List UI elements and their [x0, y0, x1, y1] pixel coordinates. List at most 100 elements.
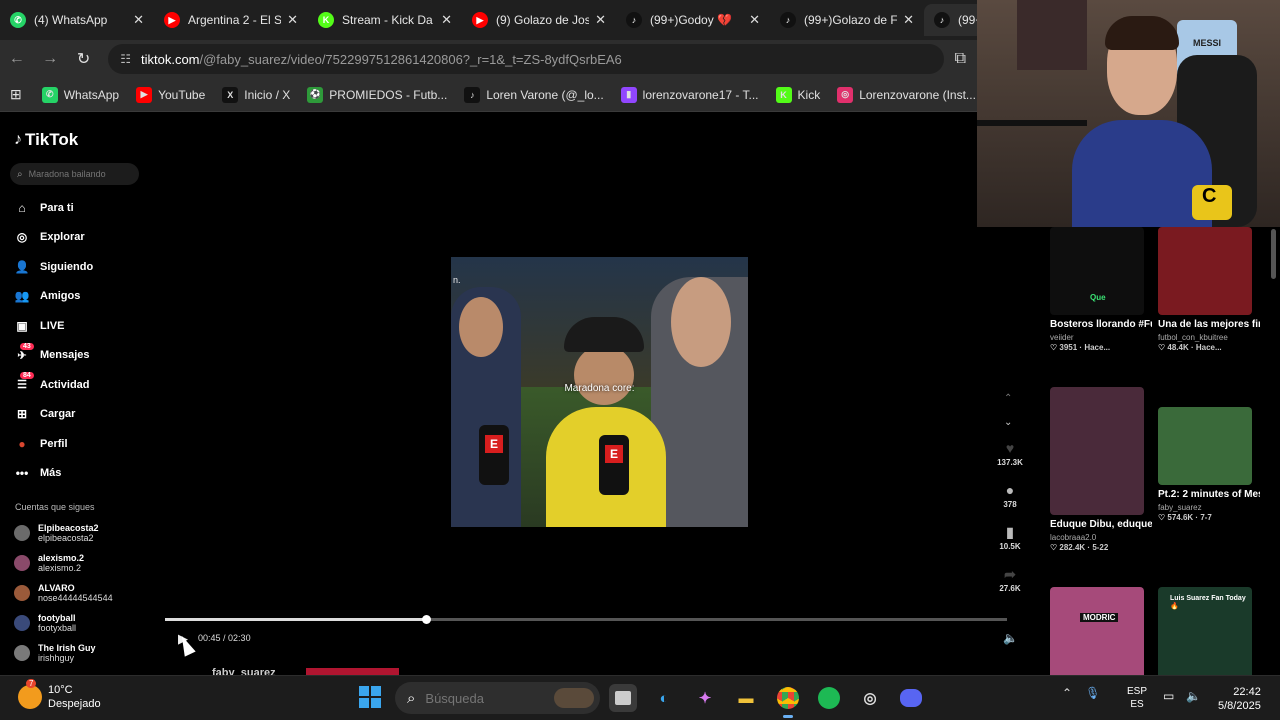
related-video-card[interactable]: MODRIC — [1050, 587, 1152, 675]
taskbar-search[interactable]: ⌕ — [395, 682, 600, 714]
browser-toolbar: ← → ↻ ☷ tiktok.com/@faby_suarez/video/75… — [0, 40, 977, 78]
video-progress-bar[interactable] — [165, 615, 1007, 624]
site-info-icon[interactable]: ☷ — [120, 52, 131, 66]
close-tab-icon[interactable]: ✕ — [595, 12, 606, 28]
sidebar-item-perfil[interactable]: ● Perfil — [0, 429, 160, 459]
bookmark-item[interactable]: ▮ lorenzovarone17 - T... — [620, 86, 759, 103]
bookmark-item[interactable]: ◎ Lorenzovarone (Inst... — [837, 86, 976, 103]
speaker-icon[interactable]: 🔈 — [1186, 689, 1201, 703]
following-account-text: The Irish Guy irishhguy — [38, 643, 96, 663]
previous-video-icon[interactable]: ⌃ — [1004, 393, 1012, 404]
spotify-icon[interactable] — [815, 684, 843, 712]
address-bar[interactable]: ☷ tiktok.com/@faby_suarez/video/75229975… — [108, 44, 944, 74]
microphone-icon[interactable]: 🎙 — [1085, 686, 1100, 700]
weather-badge: 7 — [26, 679, 37, 688]
related-video-card[interactable]: Una de las mejores finales de la... futbo… — [1158, 227, 1260, 352]
related-video-thumbnail[interactable] — [1050, 387, 1144, 515]
sidebar-item-actividad[interactable]: ☰ 84 Actividad — [0, 370, 160, 400]
related-video-thumbnail[interactable]: Luis Suarez Fan Today 🔥 — [1158, 587, 1252, 675]
close-tab-icon[interactable]: ✕ — [903, 12, 914, 28]
current-time: 00:45 — [198, 633, 221, 643]
edge-icon[interactable]: ◐ — [650, 684, 678, 712]
close-tab-icon[interactable]: ✕ — [133, 12, 144, 28]
share-action[interactable]: ➦ 27.6K — [992, 566, 1028, 593]
forward-button[interactable]: → — [33, 50, 66, 68]
file-explorer-icon[interactable]: ▬ — [732, 684, 760, 712]
sidebar-item-para-ti[interactable]: ⌂ Para ti — [0, 193, 160, 223]
related-video-thumbnail[interactable] — [1158, 227, 1252, 315]
video-player[interactable]: E E n. Maradona core: — [451, 257, 748, 527]
browser-tab[interactable]: ♪ (99+)Godoy 💔 ✕ — [616, 4, 770, 36]
bookmark-item[interactable]: ▶ YouTube — [136, 86, 205, 103]
bookmark-item[interactable]: ♪ Loren Varone (@_lo... — [464, 86, 604, 103]
clock[interactable]: 22:42 5/8/2025 — [1218, 685, 1261, 713]
following-account[interactable]: footyball footyxball — [14, 608, 154, 638]
related-video-card[interactable]: Pt.2: 2 minutes of Messi Funny... faby_su… — [1158, 407, 1260, 522]
related-video-thumbnail[interactable]: MODRIC — [1050, 587, 1144, 675]
volume-icon[interactable]: 🔈 — [1003, 631, 1018, 645]
following-account[interactable]: ALVARO nose44444544544 — [14, 578, 154, 608]
close-tab-icon[interactable]: ✕ — [749, 12, 760, 28]
bookmark-item[interactable]: K Kick — [775, 86, 821, 103]
related-video-stats: ♡ 3951 · Hace... — [1050, 343, 1152, 352]
sidebar-item-más[interactable]: ••• Más — [0, 459, 160, 489]
close-tab-icon[interactable]: ✕ — [287, 12, 298, 28]
comment-action[interactable]: ● 378 — [992, 482, 1028, 509]
thumbnail-text: Que — [1090, 293, 1106, 302]
copilot-icon[interactable]: ✦ — [691, 684, 719, 712]
tiktok-icon: ♪ — [464, 86, 481, 103]
browser-tab[interactable]: ✆ (4) WhatsApp ✕ — [0, 4, 154, 36]
task-view-icon[interactable] — [609, 684, 637, 712]
browser-tab[interactable]: ▶ (9) Golazo de Jos ✕ — [462, 4, 616, 36]
heart-icon: ♡ — [1050, 543, 1060, 552]
taskbar-search-input[interactable] — [425, 690, 546, 706]
streamer-hair — [1105, 16, 1179, 50]
browser-tab[interactable]: K Stream - Kick Da ✕ — [308, 4, 462, 36]
related-scrollbar[interactable] — [1268, 227, 1278, 675]
close-tab-icon[interactable]: ✕ — [441, 12, 452, 28]
following-account[interactable]: The Irish Guy irishhguy — [14, 638, 154, 668]
obs-icon[interactable]: ◎ — [856, 684, 884, 712]
back-button[interactable]: ← — [0, 50, 33, 68]
scrollbar-thumb[interactable] — [1271, 229, 1276, 279]
start-icon[interactable] — [359, 686, 381, 708]
related-video-card[interactable]: Eduque Dibu, eduque 🙏 lacobraaa2.0♡ 282.4… — [1050, 387, 1152, 552]
weather-widget[interactable]: 7 10°C Despejado — [18, 679, 101, 711]
bookmark-item[interactable]: ⚽ PROMIEDOS - Futb... — [307, 86, 447, 103]
language-indicator[interactable]: ESP ES — [1127, 685, 1147, 711]
apps-grid-icon[interactable]: ⊞ — [10, 86, 22, 103]
sidebar-item-cargar[interactable]: ⊞ Cargar — [0, 400, 160, 430]
related-video-card[interactable]: Que Bosteros llorando #Futbol #Argentina.… — [1050, 227, 1152, 352]
progress-knob[interactable] — [422, 615, 432, 624]
sidebar-item-amigos[interactable]: 👥 Amigos — [0, 282, 160, 312]
bookmark-action[interactable]: ▮ 10.5K — [992, 524, 1028, 551]
network-icon[interactable]: ▭ — [1163, 689, 1174, 703]
reload-button[interactable]: ↻ — [67, 49, 100, 69]
sidebar-item-mensajes[interactable]: ✈ 43 Mensajes — [0, 341, 160, 371]
related-video-thumbnail[interactable]: Que — [1050, 227, 1144, 315]
browser-tab[interactable]: ♪ (99+)Golazo de F ✕ — [770, 4, 924, 36]
tab-title: (99+)Golazo de F — [804, 13, 898, 27]
webcam-overlay: MESSI 10 C — [977, 0, 1280, 227]
bookmark-item[interactable]: X Inicio / X — [222, 86, 290, 103]
sidebar-item-live[interactable]: ▣ LIVE — [0, 311, 160, 341]
tiktok-logo[interactable]: ♪ TikTok — [14, 130, 78, 150]
chrome-icon[interactable] — [774, 684, 802, 718]
account-handle: irishhguy — [38, 653, 75, 663]
browser-tab[interactable]: ▶ Argentina 2 - El S ✕ — [154, 4, 308, 36]
sidebar-item-siguiendo[interactable]: 👤 Siguiendo — [0, 252, 160, 282]
following-account[interactable]: alexismo.2 alexismo.2 — [14, 548, 154, 578]
tray-overflow-icon[interactable]: ⌃ — [1062, 686, 1072, 700]
following-account[interactable]: Elpibeacosta2 elpibeacosta2 — [14, 518, 154, 548]
related-video-card[interactable]: Luis Suarez Fan Today 🔥 — [1158, 587, 1260, 675]
next-video-icon[interactable]: ⌄ — [1004, 417, 1012, 428]
heart-action[interactable]: ♥ 137.3K — [992, 440, 1028, 467]
bookmark-label: Kick — [797, 87, 821, 102]
bookmark-item[interactable]: ✆ WhatsApp — [41, 86, 119, 103]
discord-icon[interactable] — [897, 684, 925, 712]
search-box[interactable]: ⌕ — [10, 163, 139, 185]
search-input[interactable] — [28, 169, 129, 179]
cast-icon[interactable]: ⧉ — [944, 50, 977, 68]
related-video-thumbnail[interactable] — [1158, 407, 1252, 485]
sidebar-item-explorar[interactable]: ◎ Explorar — [0, 223, 160, 253]
